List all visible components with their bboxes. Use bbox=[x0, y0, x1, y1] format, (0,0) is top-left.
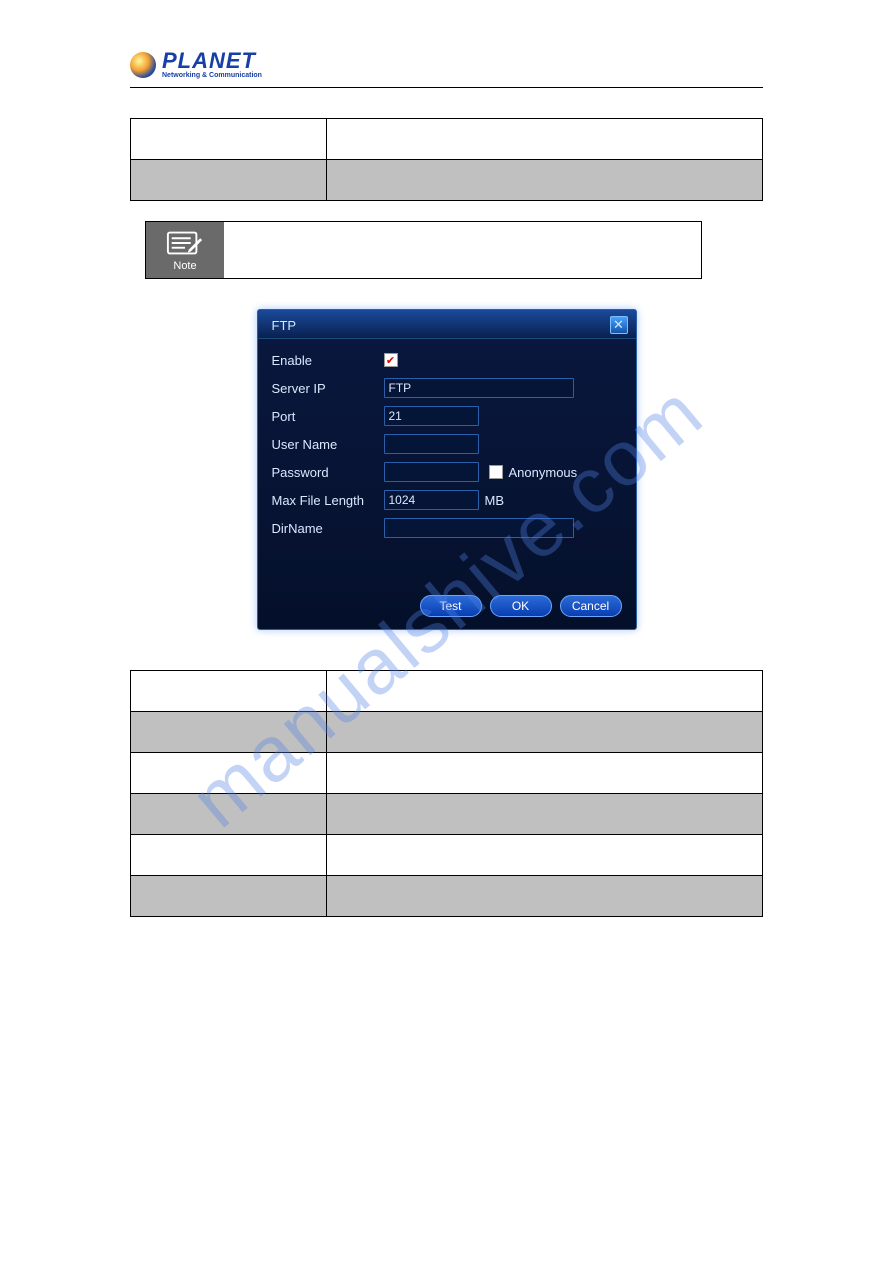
table-cell bbox=[326, 119, 762, 160]
globe-icon bbox=[130, 52, 156, 78]
table-cell bbox=[326, 753, 762, 794]
dir-name-label: DirName bbox=[272, 521, 384, 536]
header-divider bbox=[130, 87, 763, 88]
max-file-length-input[interactable] bbox=[384, 490, 479, 510]
brand-tagline: Networking & Communication bbox=[162, 72, 262, 79]
note-callout: Note bbox=[145, 221, 702, 279]
dialog-title-text: FTP bbox=[272, 318, 297, 333]
table-row bbox=[131, 835, 763, 876]
test-button[interactable]: Test bbox=[420, 595, 482, 617]
cancel-button[interactable]: Cancel bbox=[560, 595, 622, 617]
table-cell bbox=[326, 160, 762, 201]
note-label: Note bbox=[173, 260, 196, 272]
table-cell bbox=[131, 712, 327, 753]
dialog-titlebar: FTP ✕ bbox=[258, 310, 636, 339]
table-cell bbox=[326, 876, 762, 917]
table-row bbox=[131, 794, 763, 835]
table-cell bbox=[131, 160, 327, 201]
note-icon bbox=[166, 228, 204, 258]
port-input[interactable] bbox=[384, 406, 479, 426]
port-label: Port bbox=[272, 409, 384, 424]
table-row bbox=[131, 160, 763, 201]
table-cell bbox=[131, 876, 327, 917]
brand-name: PLANET bbox=[162, 50, 262, 72]
table-cell bbox=[131, 835, 327, 876]
table-cell bbox=[131, 753, 327, 794]
note-content bbox=[224, 222, 701, 278]
ftp-dialog: FTP ✕ Enable ✔ Server IP Port bbox=[257, 309, 637, 630]
server-ip-label: Server IP bbox=[272, 381, 384, 396]
anonymous-checkbox[interactable]: ✔ bbox=[489, 465, 503, 479]
table-cell bbox=[326, 794, 762, 835]
close-button[interactable]: ✕ bbox=[610, 316, 628, 334]
table-row bbox=[131, 753, 763, 794]
table-row bbox=[131, 876, 763, 917]
password-input[interactable] bbox=[384, 462, 479, 482]
table-row bbox=[131, 712, 763, 753]
table-cell bbox=[131, 119, 327, 160]
server-ip-input[interactable] bbox=[384, 378, 574, 398]
close-icon: ✕ bbox=[613, 317, 624, 332]
max-file-length-unit: MB bbox=[485, 493, 505, 508]
anonymous-label: Anonymous bbox=[509, 465, 578, 480]
ok-button[interactable]: OK bbox=[490, 595, 552, 617]
parameter-table-2 bbox=[130, 670, 763, 917]
table-cell bbox=[131, 794, 327, 835]
table-cell bbox=[326, 712, 762, 753]
max-file-length-label: Max File Length bbox=[272, 493, 384, 508]
dir-name-input[interactable] bbox=[384, 518, 574, 538]
table-row bbox=[131, 671, 763, 712]
parameter-table-1 bbox=[130, 118, 763, 201]
enable-checkbox[interactable]: ✔ bbox=[384, 353, 398, 367]
table-row bbox=[131, 119, 763, 160]
table-cell bbox=[326, 835, 762, 876]
enable-label: Enable bbox=[272, 353, 384, 368]
user-name-label: User Name bbox=[272, 437, 384, 452]
note-icon-cell: Note bbox=[146, 222, 224, 278]
brand-logo: PLANET Networking & Communication bbox=[130, 50, 763, 79]
table-cell bbox=[326, 671, 762, 712]
table-cell bbox=[131, 671, 327, 712]
user-name-input[interactable] bbox=[384, 434, 479, 454]
password-label: Password bbox=[272, 465, 384, 480]
